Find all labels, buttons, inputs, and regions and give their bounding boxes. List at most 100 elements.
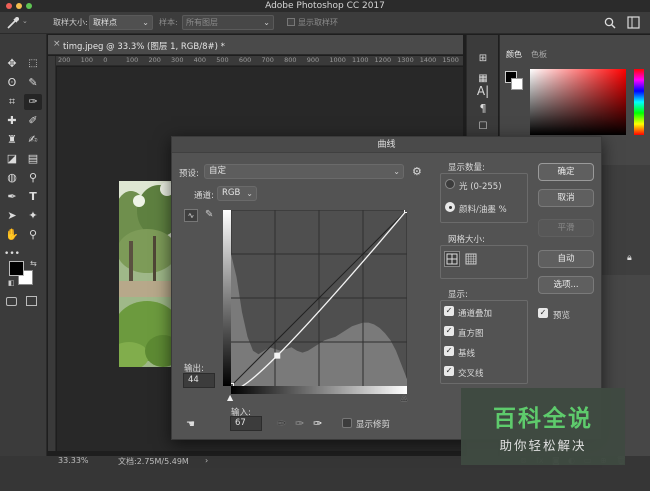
curve-control-point [274, 352, 281, 359]
options-button[interactable]: 选项... [538, 276, 594, 294]
zoom-level[interactable]: 33.33% [58, 456, 89, 465]
hue-slider[interactable] [634, 69, 644, 135]
ruler-tick-label: 300 [171, 56, 184, 64]
clone-stamp-tool-icon[interactable]: ♜ [3, 132, 21, 148]
baseline-label: 基线 [458, 349, 476, 359]
history-brush-tool-icon[interactable]: ✍ [24, 132, 42, 148]
ruler-tick-label: 400 [193, 56, 207, 64]
detailed-grid-button[interactable] [464, 252, 478, 269]
preview-checkbox[interactable]: ✓ [538, 308, 548, 318]
quick-select-tool-icon[interactable]: ✎ [24, 75, 42, 91]
baseline-checkbox[interactable]: ✓ [444, 346, 454, 356]
target-adjust-hand-icon[interactable]: ☚ [186, 419, 195, 430]
more-tools-icon[interactable]: ••• [3, 246, 21, 262]
lock-icon[interactable]: 🔒︎ [627, 253, 632, 263]
output-field[interactable]: 44 [183, 373, 215, 388]
chevron-down-icon: ⌄ [246, 189, 253, 198]
status-arrow-icon[interactable]: › [205, 456, 208, 465]
channel-select[interactable]: RGB ⌄ [217, 186, 257, 201]
histogram-checkbox[interactable]: ✓ [444, 326, 454, 336]
color-field[interactable] [530, 69, 626, 135]
input-field[interactable]: 67 [230, 416, 262, 431]
search-icon[interactable] [604, 17, 616, 29]
marquee-tool-icon[interactable]: ⬚ [24, 56, 42, 72]
healing-brush-tool-icon[interactable]: ✚ [3, 113, 21, 129]
shape-tool-icon[interactable]: ✦ [24, 208, 42, 224]
swap-colors-icon[interactable]: ⇆ [30, 259, 37, 268]
preset-value: 自定 [209, 166, 227, 176]
cancel-button[interactable]: 取消 [538, 189, 594, 207]
channel-label: 通道: [194, 191, 214, 201]
watermark: 百科全说 助你轻松解决 [461, 388, 625, 465]
blur-tool-icon[interactable]: ◍ [3, 170, 21, 186]
pigment-radio[interactable] [445, 202, 455, 212]
zoom-tool-icon[interactable]: ⚲ [24, 227, 42, 243]
type-tool-icon[interactable]: T [24, 189, 42, 205]
tab-color[interactable]: 颜色 [506, 49, 522, 60]
watermark-title: 百科全说 [493, 406, 593, 432]
move-tool-icon[interactable]: ✥ [3, 56, 21, 72]
show-label: 显示: [448, 290, 468, 300]
simple-grid-button[interactable] [444, 251, 460, 267]
curve-point-tool-icon[interactable]: ∿ [184, 209, 198, 222]
show-clipping-checkbox[interactable] [342, 418, 352, 428]
black-eyedropper-icon[interactable]: ✑ [277, 417, 286, 430]
sample-size-label: 取样大小: [53, 18, 88, 27]
history-panel-icon[interactable]: ⊞ [474, 51, 492, 67]
ok-button[interactable]: 确定 [538, 163, 594, 181]
white-eyedropper-icon[interactable]: ✑ [313, 417, 322, 430]
channel-overlay-checkbox[interactable]: ✓ [444, 306, 454, 316]
path-selection-tool-icon[interactable]: ➤ [3, 208, 21, 224]
ruler-tick-label: 1200 [374, 56, 392, 64]
dodge-tool-icon[interactable]: ⚲ [24, 170, 42, 186]
ruler-tick-label: 1500 [442, 56, 459, 64]
paragraph-panel-icon[interactable]: ¶ [474, 101, 492, 117]
tool-presets-panel-icon[interactable]: ☐ [474, 119, 492, 135]
pen-tool-icon[interactable]: ✒ [3, 189, 21, 205]
default-colors-icon[interactable]: ◧ [8, 279, 15, 287]
quick-mask-icon[interactable] [6, 297, 17, 306]
document-title: timg.jpeg @ 33.3% (图层 1, RGB/8#) * [63, 42, 225, 52]
eyedropper-tool-icon[interactable]: ✑ [24, 94, 42, 110]
workspace-icon[interactable] [627, 16, 640, 29]
hand-tool-icon[interactable]: ✋ [3, 227, 21, 243]
character-panel-icon[interactable]: A| [474, 83, 492, 99]
pencil-draw-icon[interactable]: ✎ [205, 209, 213, 220]
ruler-tick-label: 1400 [419, 56, 437, 64]
brush-tool-icon[interactable]: ✐ [24, 113, 42, 129]
screen-mode-icon[interactable] [26, 296, 37, 306]
smooth-button[interactable]: 平滑 [538, 219, 594, 237]
vertical-ruler [48, 56, 56, 451]
sample-value: 所有图层 [186, 18, 218, 27]
tab-swatches[interactable]: 色板 [531, 49, 547, 60]
intersection-line-checkbox[interactable]: ✓ [444, 366, 454, 376]
preset-select[interactable]: 自定 ⌄ [204, 164, 404, 179]
lasso-tool-icon[interactable]: ʘ [3, 75, 21, 91]
background-color-swatch[interactable] [511, 78, 523, 90]
eraser-tool-icon[interactable]: ◪ [3, 151, 21, 167]
ruler-tick-label: 100 [125, 56, 139, 64]
close-tab-icon[interactable]: × [53, 39, 61, 49]
preview-label: 预览 [553, 311, 571, 321]
channel-value: RGB [222, 188, 241, 198]
show-ring-checkbox[interactable] [287, 18, 295, 26]
light-radio[interactable] [445, 179, 455, 189]
sample-size-value: 取样点 [93, 18, 117, 27]
sample-size-select[interactable]: 取样点 ⌄ [89, 15, 153, 30]
eyedropper-tool-icon[interactable] [5, 16, 21, 30]
foreground-color-swatch[interactable] [9, 261, 24, 276]
crop-tool-icon[interactable]: ⌗ [3, 94, 21, 110]
document-tab[interactable]: × timg.jpeg @ 33.3% (图层 1, RGB/8#) * [48, 35, 463, 55]
preset-options-gear-icon[interactable]: ⚙ [412, 165, 422, 178]
gradient-tool-icon[interactable]: ▤ [24, 151, 42, 167]
white-point-slider-icon[interactable]: △ [401, 393, 407, 402]
grid-size-label: 网格大小: [448, 235, 485, 245]
auto-button[interactable]: 自动 [538, 250, 594, 268]
black-point-slider-icon[interactable]: ▲ [227, 393, 233, 402]
sample-select[interactable]: 所有图层 ⌄ [182, 15, 274, 30]
gray-eyedropper-icon[interactable]: ✑ [295, 417, 304, 430]
doc-info: 文档:2.75M/5.49M [118, 457, 189, 466]
curve-graph[interactable] [231, 210, 407, 386]
tool-preset-chevron-icon[interactable]: ⌄ [22, 17, 28, 25]
ruler-tick-label: 200 [148, 56, 161, 64]
